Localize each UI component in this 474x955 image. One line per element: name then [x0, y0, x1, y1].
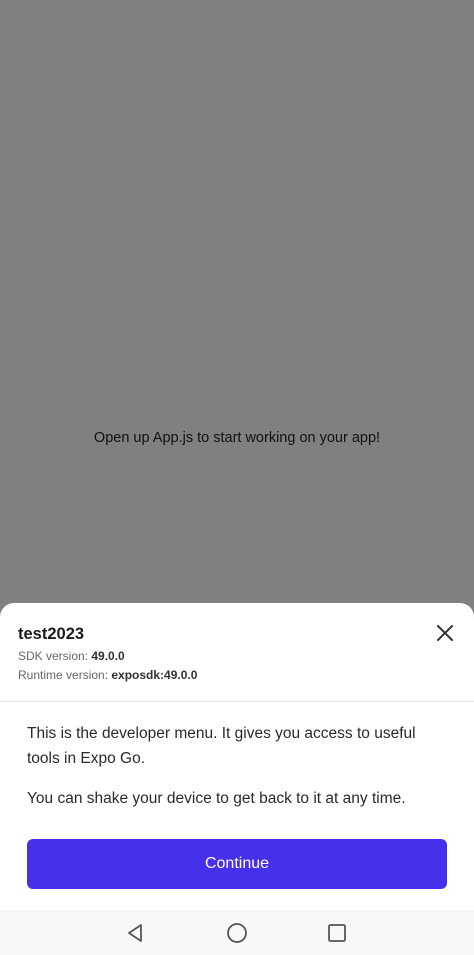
nav-back-button[interactable] — [124, 921, 148, 945]
developer-menu-sheet: test2023 SDK version: 49.0.0 Runtime ver… — [0, 603, 474, 955]
intro-text: This is the developer menu. It gives you… — [27, 725, 416, 767]
home-circle-icon — [227, 923, 247, 943]
sdk-version-value: 49.0.0 — [91, 649, 125, 663]
nav-home-button[interactable] — [225, 921, 249, 945]
system-navigation-bar — [0, 910, 474, 955]
runtime-version-label: Runtime version: — [18, 668, 112, 682]
shake-hint-text: You can shake your device to get back to… — [27, 790, 406, 807]
runtime-version-value: exposdk:49.0.0 — [111, 668, 198, 682]
app-name: test2023 — [18, 625, 85, 643]
recents-square-icon — [328, 924, 346, 942]
developer-menu-header: test2023 SDK version: 49.0.0 Runtime ver… — [0, 603, 474, 702]
app-placeholder-text: Open up App.js to start working on your … — [93, 430, 381, 446]
app-screen: Open up App.js to start working on your … — [0, 0, 474, 955]
close-button[interactable] — [434, 622, 456, 644]
sdk-version: SDK version: 49.0.0 — [18, 649, 125, 663]
nav-recents-button[interactable] — [325, 921, 349, 945]
continue-button[interactable]: Continue — [27, 839, 447, 889]
sdk-version-label: SDK version: — [18, 649, 92, 663]
close-icon — [437, 625, 453, 641]
developer-menu-body: This is the developer menu. It gives you… — [0, 702, 474, 811]
runtime-version: Runtime version: exposdk:49.0.0 — [18, 668, 197, 682]
back-triangle-icon — [128, 924, 142, 942]
